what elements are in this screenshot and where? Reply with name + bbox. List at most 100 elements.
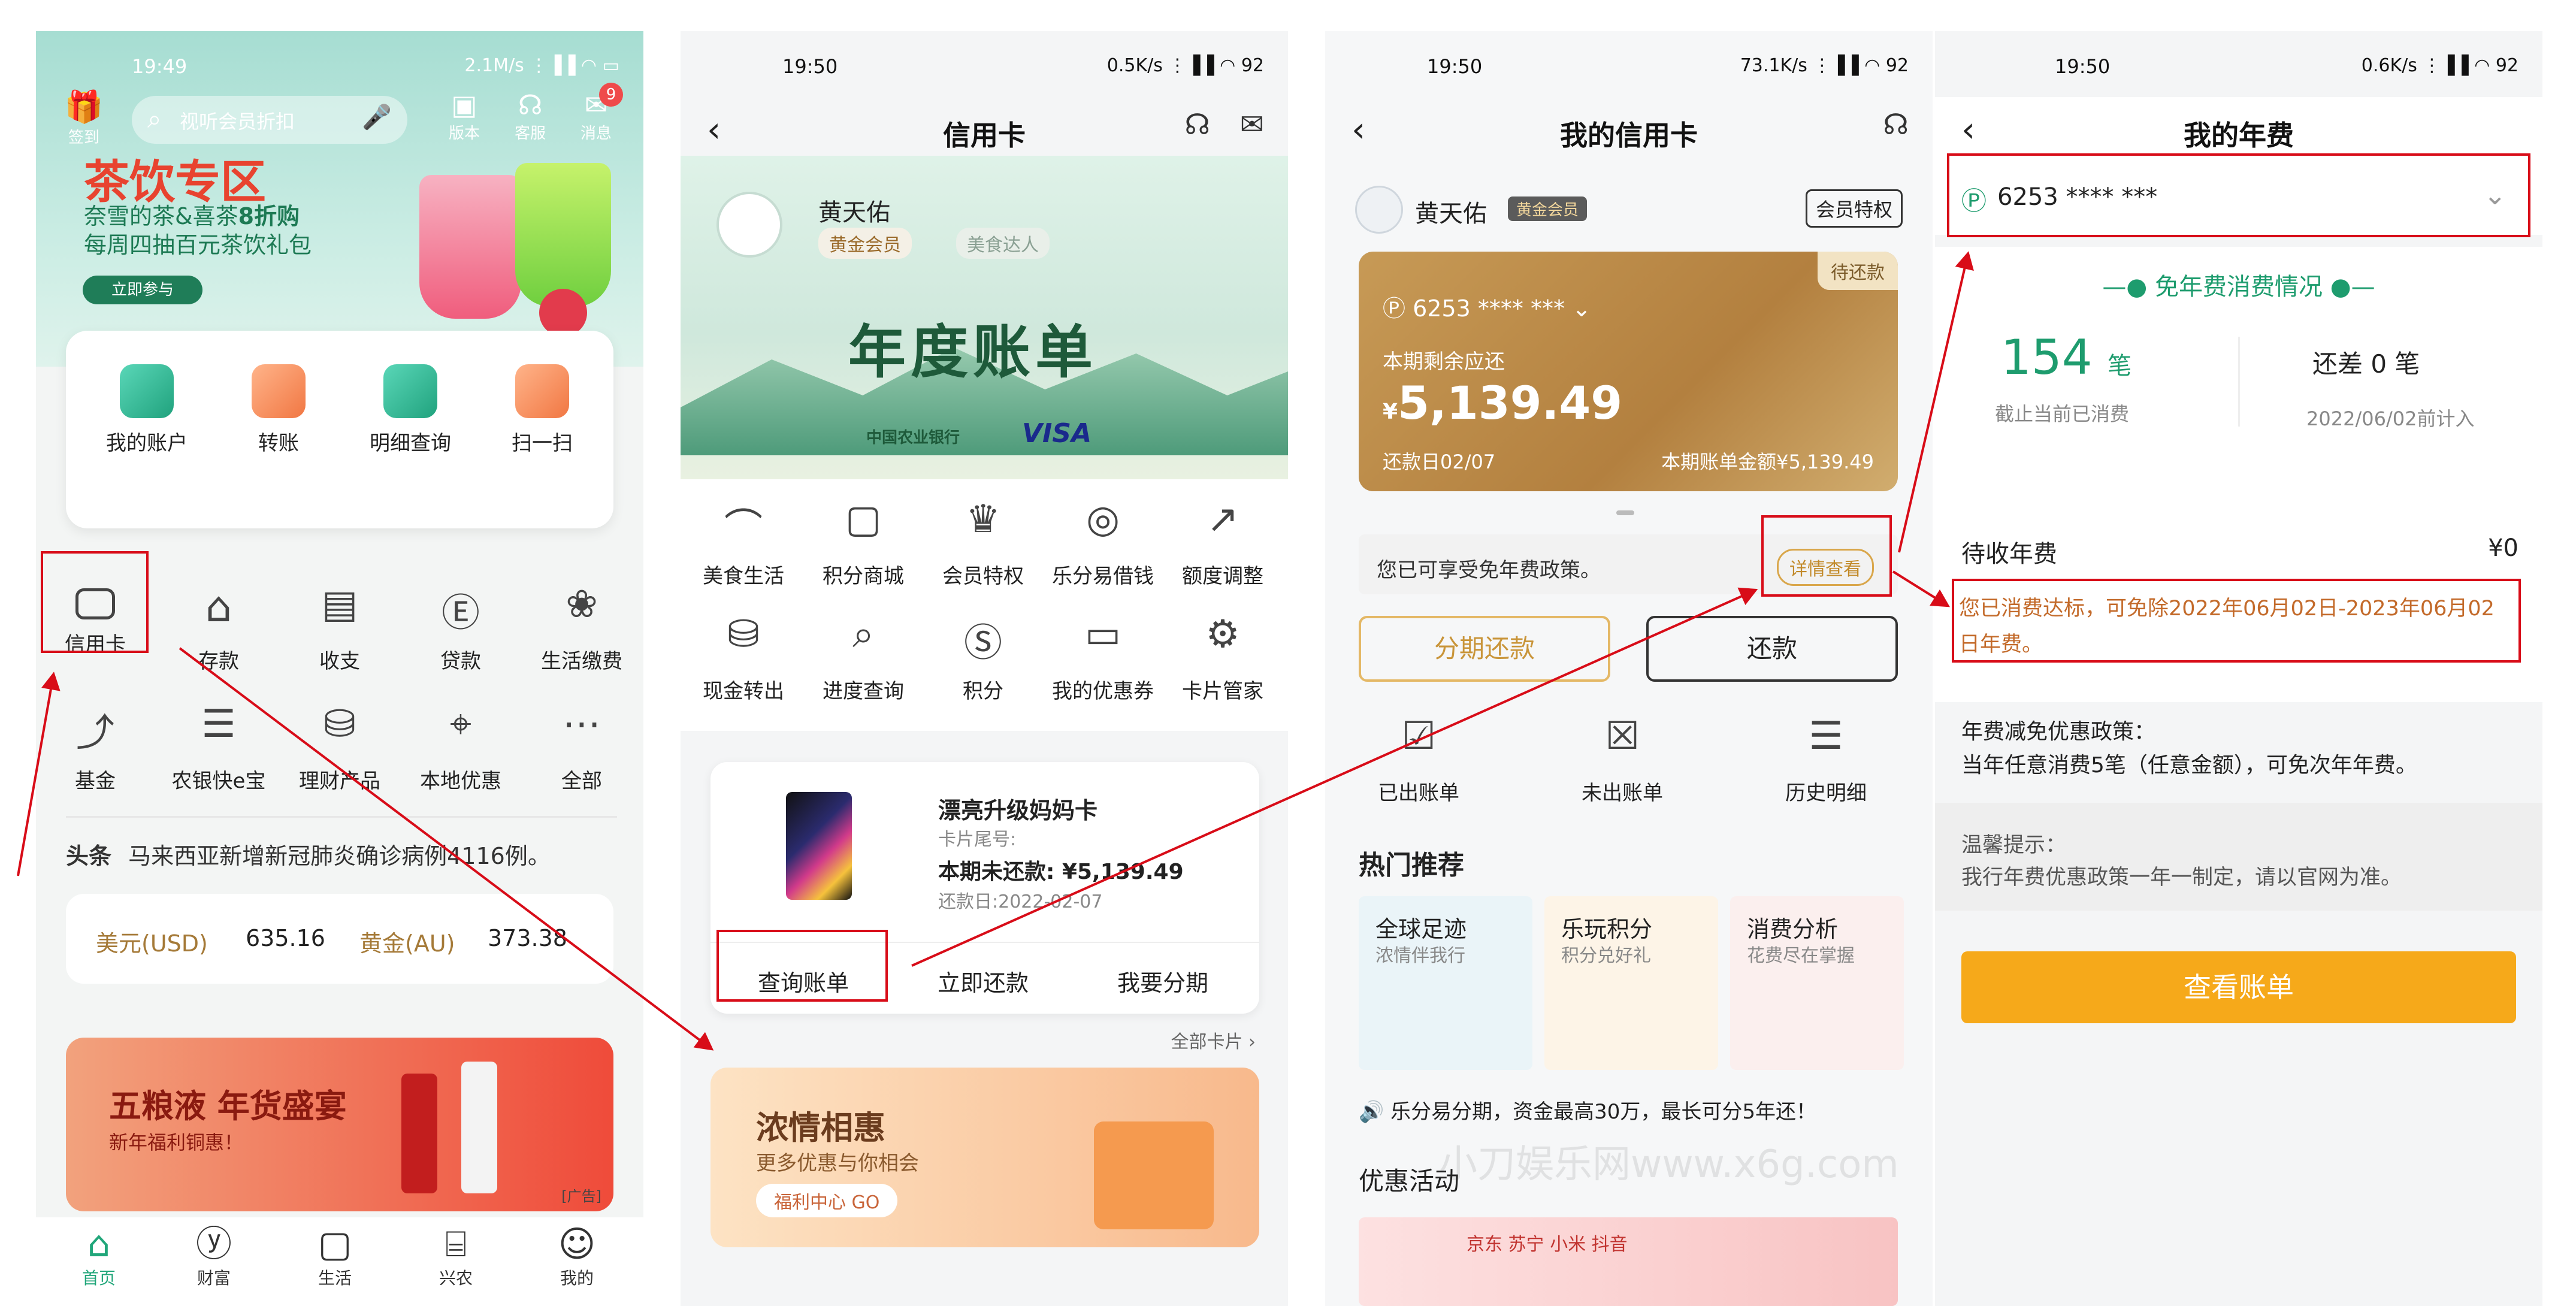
- search-input[interactable]: ⌕ 视听会员折扣 🎤: [132, 96, 407, 144]
- grid-income-expense[interactable]: ▤ 收支: [283, 582, 397, 674]
- highlight-credit-card: [41, 551, 149, 653]
- all-cards-link[interactable]: 全部卡片 ›: [1171, 1027, 1256, 1053]
- remain-label: 本期剩余应还: [1383, 350, 1505, 374]
- welfare-promo[interactable]: 浓情相惠 更多优惠与你相会 福利中心 GO: [710, 1068, 1259, 1247]
- func-points[interactable]: Ⓢ 积分: [926, 612, 1040, 704]
- tab-mine[interactable]: ☺ 我的: [532, 1223, 622, 1289]
- func-progress-query[interactable]: ⌕ 进度查询: [806, 612, 920, 704]
- page-title: 我的年费: [2184, 119, 2294, 152]
- hot-card-sub: 浓情伴我行: [1375, 945, 1465, 966]
- service-button[interactable]: ☊ 客服: [503, 89, 557, 143]
- fx-card[interactable]: 美元(USD) 635.16 黄金(AU) 373.38: [66, 894, 613, 984]
- grid-fund[interactable]: ⤴ 基金: [38, 702, 152, 794]
- view-bill-button[interactable]: 查看账单: [1961, 951, 2516, 1023]
- banner-title: 年度账单: [848, 319, 1097, 386]
- banner-cta-button[interactable]: 立即参与: [83, 276, 202, 304]
- tip-panel: 温馨提示： 我行年费优惠政策一年一制定，请以官网为准。: [1935, 803, 2542, 911]
- message-label: 消息: [580, 125, 612, 143]
- annual-bill-banner[interactable]: 黄天佑 黄金会员 美食达人 年度账单 中国农业银行 VISA: [681, 156, 1288, 479]
- bill-total: 本期账单金额¥5,139.49: [1661, 451, 1874, 473]
- grid-loan[interactable]: Ⓔ 贷款: [404, 582, 518, 674]
- chart-icon: ⤴: [76, 711, 114, 755]
- func-member-privilege[interactable]: ♛ 会员特权: [926, 497, 1040, 589]
- tab-label: 生活: [318, 1268, 352, 1288]
- divider: [2238, 337, 2240, 427]
- member-privilege-button[interactable]: 会员特权: [1805, 189, 1903, 228]
- func-coupons[interactable]: ▭ 我的优惠券: [1046, 612, 1160, 704]
- tab-xingnong[interactable]: ⌸ 兴农: [411, 1223, 501, 1289]
- func-label: 积分: [963, 679, 1003, 703]
- version-icon: ▣: [451, 89, 477, 121]
- hot-card-travel[interactable]: 全球足迹 浓情伴我行: [1359, 896, 1532, 1070]
- message-button[interactable]: ✉ 消息 9: [569, 83, 623, 143]
- ad-banner[interactable]: 五粮液 年货盛宴 新年福利铜惠！ [广告]: [66, 1038, 613, 1211]
- quick-detail-query[interactable]: 明细查询: [353, 364, 467, 456]
- func-points-mall[interactable]: ▢ 积分商城: [806, 497, 920, 589]
- home-icon: ⌂: [87, 1223, 111, 1265]
- tab-label: 兴农: [439, 1268, 473, 1288]
- phone-home: 19:49 2.1M/s ⋮▐▐ ◠ ▭ 🎁 签到 ⌕ 视听会员折扣 🎤 ▣ 版…: [36, 31, 643, 1306]
- bank-logo-text: 中国农业银行: [866, 429, 960, 447]
- func-food[interactable]: ⌒ 美食生活: [687, 497, 800, 589]
- promo-brands: 京东 苏宁 小米 抖音: [1467, 1234, 1628, 1255]
- headset-icon[interactable]: ☊: [1883, 108, 1909, 141]
- tab-home[interactable]: ⌂ 首页: [54, 1223, 144, 1289]
- mail-icon[interactable]: ✉: [1240, 108, 1264, 141]
- func-label: 进度查询: [823, 679, 904, 703]
- func-lefen-loan[interactable]: ◎ 乐分易借钱: [1046, 497, 1160, 589]
- tab-life[interactable]: ▢ 生活: [290, 1223, 380, 1289]
- highlight-exemption-message: [1952, 579, 2521, 663]
- promo-ticker[interactable]: 🔊 乐分易分期，资金最高30万，最长可分5年还！: [1359, 1095, 1816, 1124]
- grid-e-bao[interactable]: ☰ 农银快e宝: [162, 702, 276, 794]
- quick-transfer[interactable]: 转账: [222, 364, 335, 456]
- history-button[interactable]: ☰ 历史明细: [1766, 714, 1886, 806]
- credit-card-panel[interactable]: 待还款 Ⓟ 6253 **** *** ⌄ 本期剩余应还 ¥5,139.49 还…: [1359, 252, 1898, 491]
- card-number[interactable]: Ⓟ 6253 **** *** ⌄: [1383, 290, 1591, 323]
- section-title: —● 免年费消费情况 ●—: [2102, 273, 2375, 301]
- moneybag-icon: Ⓔ: [442, 591, 480, 636]
- headset-icon: ☊: [518, 89, 543, 121]
- user-name: 黄天佑: [818, 199, 890, 226]
- bank-logo-icon: Ⓟ: [1383, 295, 1406, 322]
- quick-my-account[interactable]: 我的账户: [90, 364, 204, 456]
- repay-now-button[interactable]: 立即还款: [902, 965, 1064, 997]
- yen-icon: ⓨ: [196, 1223, 232, 1265]
- func-limit-adjust[interactable]: ↗ 额度调整: [1166, 497, 1280, 589]
- cloche-icon: ⌒: [724, 506, 763, 551]
- quick-actions-card: 我的账户 转账 明细查询 扫一扫: [66, 331, 613, 528]
- deposit-icon: ⌂: [205, 582, 232, 631]
- headset-icon[interactable]: ☊: [1184, 108, 1210, 141]
- status-bar: 19:50 73.1K/s ⋮▐▐ ◠ 92: [1325, 31, 1933, 91]
- grid-local-offers[interactable]: ⌖ 本地优惠: [404, 702, 518, 794]
- hot-card-analysis[interactable]: 消费分析 花费尽在掌握: [1730, 896, 1904, 1070]
- version-button[interactable]: ▣ 版本: [437, 89, 491, 143]
- checkin-button[interactable]: 🎁 签到: [60, 89, 108, 147]
- grid-utility[interactable]: ❀ 生活缴费: [525, 582, 639, 674]
- tab-label: 首页: [81, 1268, 116, 1288]
- more-icon: ⋯: [563, 702, 601, 746]
- gold-value: 373.38: [488, 925, 567, 951]
- promo-banner[interactable]: 京东 苏宁 小米 抖音: [1359, 1217, 1898, 1306]
- fee-stats-panel: —● 免年费消费情况 ●— 154 笔 截止当前已消费 还差 0 笔 2022/…: [1935, 247, 2542, 510]
- pending-fee-value: ¥0: [2488, 534, 2518, 562]
- installment-button[interactable]: 我要分期: [1082, 965, 1244, 997]
- grid-all[interactable]: ⋯ 全部: [525, 702, 639, 794]
- tab-wealth[interactable]: ⓨ 财富: [169, 1223, 259, 1289]
- hot-card-points[interactable]: 乐玩积分 积分兑好礼: [1544, 896, 1718, 1070]
- repay-button[interactable]: 还款: [1646, 616, 1898, 682]
- news-ticker[interactable]: 头条 马来西亚新增新冠肺炎确诊病例4116例。: [66, 838, 551, 870]
- grid-deposit[interactable]: ⌂ 存款: [162, 582, 276, 674]
- unissued-bill-button[interactable]: ☒ 未出账单: [1562, 714, 1682, 806]
- status-bar: 19:50 0.5K/s ⋮▐▐ ◠ 92: [681, 31, 1288, 91]
- func-label: 我的优惠券: [1052, 679, 1154, 703]
- func-card-manager[interactable]: ⚙ 卡片管家: [1166, 612, 1280, 704]
- func-label: 卡片管家: [1182, 679, 1263, 703]
- grid-label: 贷款: [440, 649, 481, 673]
- ad-title: 五粮液 年货盛宴: [109, 1087, 347, 1125]
- grid-wealth[interactable]: ⛁ 理财产品: [283, 702, 397, 794]
- welfare-go-button[interactable]: 福利中心 GO: [756, 1184, 898, 1217]
- count-label: 截止当前已消费: [1995, 403, 2130, 425]
- quick-label: 明细查询: [370, 431, 451, 455]
- quick-scan[interactable]: 扫一扫: [485, 364, 599, 456]
- func-cash-out[interactable]: ⛁ 现金转出: [687, 612, 800, 704]
